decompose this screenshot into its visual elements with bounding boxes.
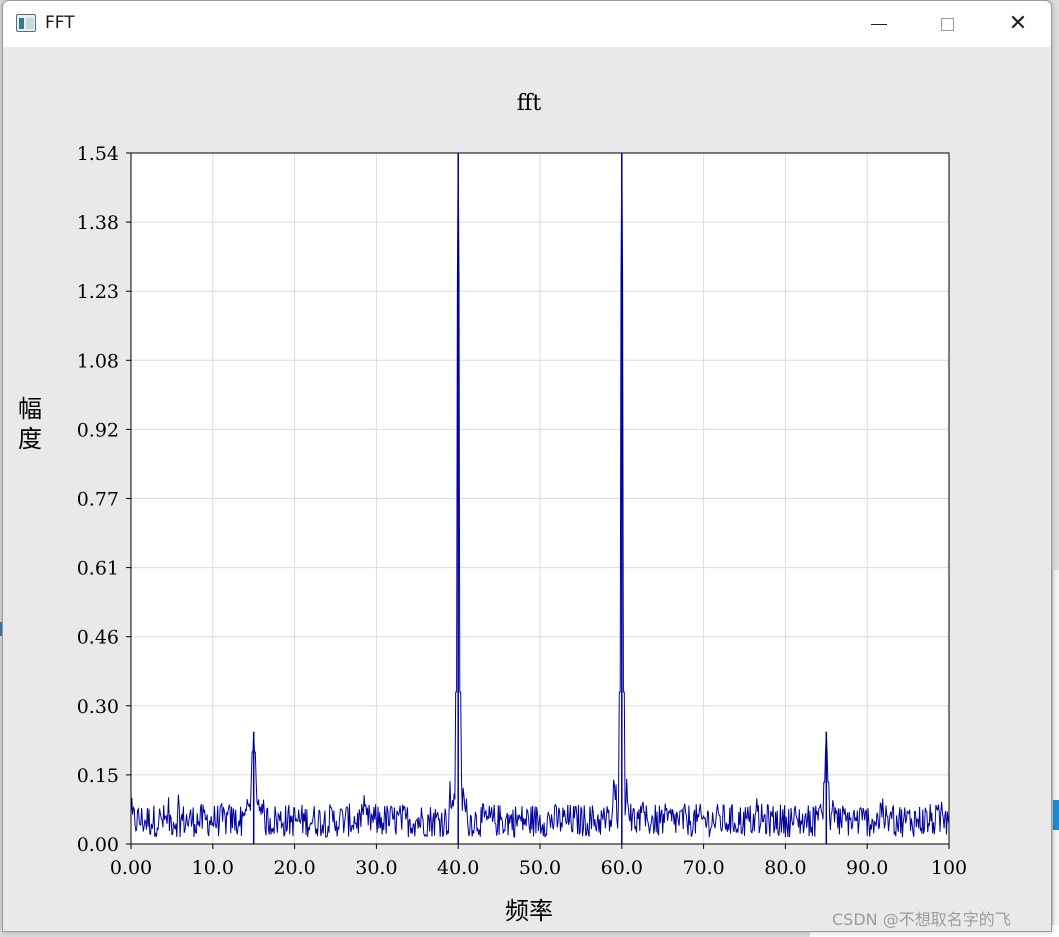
minimize-icon <box>871 23 887 25</box>
x-tick-label: 50.0 <box>519 857 561 879</box>
x-tick-label: 90.0 <box>846 857 888 879</box>
y-axis-ticks: 0.00 0.15 0.30 0.46 0.61 0.77 0.92 1.08 1.23 1.38… <box>77 143 131 856</box>
x-axis-label: 频率 <box>505 897 553 925</box>
background-accent <box>1053 800 1059 830</box>
fft-window: FFT ✕ fft 0.00 10.0 20.0 30.0 40.0 50.0 60.0 70… <box>2 0 1052 932</box>
title-bar[interactable]: FFT ✕ <box>3 1 1051 47</box>
window-title: FFT <box>45 13 75 33</box>
y-axis-label-char: 幅 <box>18 395 42 423</box>
y-tick-label: 0.15 <box>77 765 119 787</box>
y-tick-label: 0.61 <box>77 558 119 580</box>
watermark: CSDN @不想取名字的飞 <box>832 910 1011 929</box>
maximize-button[interactable] <box>913 1 981 47</box>
y-tick-label: 1.08 <box>77 350 119 372</box>
y-tick-label: 0.77 <box>77 489 119 511</box>
fft-chart: fft 0.00 10.0 20.0 30.0 40.0 50.0 60.0 70.0 80.0… <box>18 91 967 925</box>
chart-title: fft <box>517 91 542 116</box>
y-tick-label: 0.92 <box>77 419 119 441</box>
x-tick-label: 0.00 <box>110 857 152 879</box>
y-axis-label-char: 度 <box>18 425 42 453</box>
y-tick-label: 0.00 <box>77 834 119 856</box>
minimize-button[interactable] <box>845 1 913 47</box>
x-tick-label: 40.0 <box>437 857 479 879</box>
close-button[interactable]: ✕ <box>984 1 1051 47</box>
x-tick-label: 30.0 <box>355 857 397 879</box>
x-tick-label: 10.0 <box>192 857 234 879</box>
y-tick-label: 1.23 <box>77 281 119 303</box>
plot-area: fft 0.00 10.0 20.0 30.0 40.0 50.0 60.0 70.0 80.0… <box>3 47 1051 931</box>
y-tick-label: 0.30 <box>77 696 119 718</box>
x-axis-ticks: 0.00 10.0 20.0 30.0 40.0 50.0 60.0 70.0 80.0 90.0… <box>110 844 967 879</box>
y-tick-label: 1.38 <box>77 212 119 234</box>
close-icon: ✕ <box>1008 11 1028 36</box>
y-axis-label: 幅度 <box>18 395 42 453</box>
y-tick-label: 0.46 <box>77 627 119 649</box>
x-tick-label: 20.0 <box>273 857 315 879</box>
maximize-icon <box>940 17 954 31</box>
y-tick-label: 1.54 <box>77 143 119 165</box>
x-tick-label: 100 <box>931 857 967 879</box>
app-window-icon <box>16 14 36 32</box>
x-tick-label: 70.0 <box>682 857 724 879</box>
x-tick-label: 80.0 <box>764 857 806 879</box>
x-tick-label: 60.0 <box>601 857 643 879</box>
background-window-edge <box>1052 570 1059 937</box>
